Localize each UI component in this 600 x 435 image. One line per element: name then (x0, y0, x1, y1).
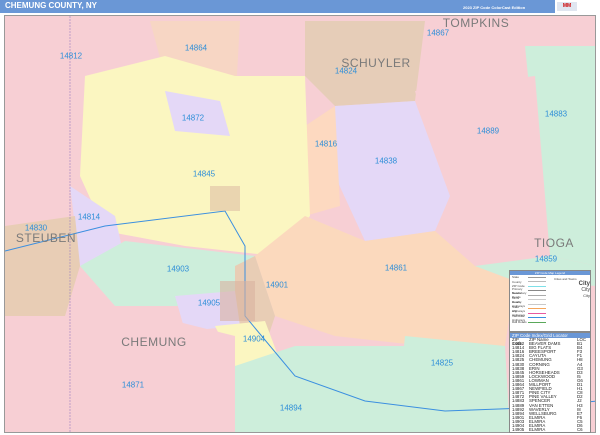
zip-index-table: ZIP Code Index/Grid Locator ZIP Code ZIP … (509, 332, 591, 433)
zip-label: 14871 (121, 380, 145, 390)
county-label-chemung: CHEMUNG (121, 335, 187, 349)
map-frame[interactable]: TOMPKINS SCHUYLER STEUBEN TIOGA CHEMUNG … (4, 15, 596, 433)
zip-label: 14864 (184, 43, 208, 53)
map-legend: ZIP Code Map Legend State County ZIP Cod… (509, 270, 591, 332)
zip-label: 14883 (544, 109, 568, 119)
edition-label: 2023 ZIP Code ColorCast Edition (463, 5, 526, 10)
zip-area-14816 (305, 106, 340, 216)
zip-label: 14830 (24, 223, 48, 233)
county-label-tioga: TIOGA (534, 236, 574, 250)
table-row: 14905 ELMIRA C6 (510, 427, 590, 433)
zip-label: 14845 (192, 169, 216, 179)
zip-label: 14872 (181, 113, 205, 123)
zip-label: 14861 (384, 263, 408, 273)
county-label-steuben: STEUBEN (15, 231, 77, 245)
city-elmira (220, 281, 255, 321)
zip-label: 14859 (534, 254, 558, 264)
logo-mark: MM (557, 2, 577, 11)
zip-label: 14904 (242, 334, 266, 344)
table-cell: C6 (577, 427, 583, 433)
zip-label: 14894 (279, 403, 303, 413)
zip-label: 14838 (374, 156, 398, 166)
zip-label: 14814 (77, 212, 101, 222)
zip-label: 14867 (426, 28, 450, 38)
zip-area-14825 (400, 336, 510, 432)
logo: MM (555, 0, 600, 13)
legend-item: Rail Roads (510, 320, 590, 325)
table-cell: 14905 (512, 427, 525, 433)
zip-label: 14905 (197, 298, 221, 308)
table-cell: ELMIRA (529, 427, 546, 433)
zip-label: 14901 (265, 280, 289, 290)
zip-label: 14825 (430, 358, 454, 368)
title-bar: CHEMUNG COUNTY, NY 2023 ZIP Code ColorCa… (0, 0, 600, 13)
zip-label: 14824 (334, 66, 358, 76)
zip-label: 14816 (314, 139, 338, 149)
legend-cities: Cities and Towns City City City (554, 277, 590, 298)
zip-label: 14812 (59, 51, 83, 61)
zip-label: 14889 (476, 126, 500, 136)
city-horseheads (210, 186, 240, 211)
map-canvas (5, 16, 595, 432)
zip-label: 14903 (166, 264, 190, 274)
map-title: CHEMUNG COUNTY, NY (5, 1, 98, 10)
county-label-tompkins: TOMPKINS (442, 16, 510, 30)
zip-area-14894 (235, 346, 405, 432)
